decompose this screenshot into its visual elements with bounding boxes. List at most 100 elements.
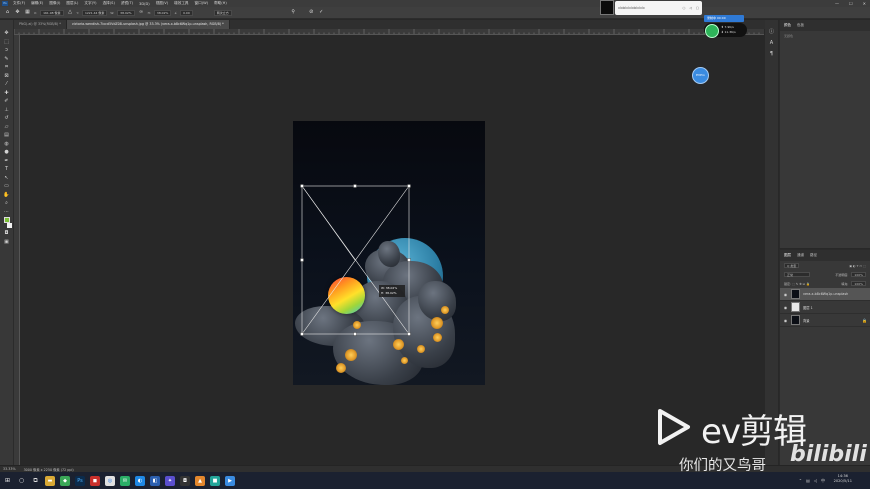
tab-png[interactable]: PNG(.ai) @ 33%(RGB/8) * <box>14 20 67 29</box>
menu-filter[interactable]: 滤镜(T) <box>118 1 136 6</box>
warp-icon[interactable]: ⚲ <box>290 9 297 16</box>
search-icon[interactable]: ○ <box>17 476 26 485</box>
hand-tool-icon[interactable]: ✋ <box>3 192 11 198</box>
minimize-button[interactable]: — <box>835 1 839 6</box>
network-icon[interactable]: ▤ <box>806 478 810 484</box>
free-transform-box[interactable] <box>293 121 485 385</box>
file-explorer-icon[interactable]: ▬ <box>45 475 55 486</box>
marquee-tool-icon[interactable]: ⬚ <box>3 39 11 45</box>
paragraph-panel-icon[interactable]: ¶ <box>770 51 773 57</box>
menu-view[interactable]: 视图(V) <box>153 1 171 6</box>
transform-handle-top-right[interactable] <box>407 184 411 188</box>
volume-icon[interactable]: ◁ <box>814 478 817 484</box>
layer-row[interactable]: ◉ 背景 🔒 <box>780 314 870 327</box>
task-view-icon[interactable]: ⧉ <box>31 476 40 485</box>
transform-handle-bottom-left[interactable] <box>300 332 304 336</box>
menu-file[interactable]: 文件(F) <box>10 1 28 6</box>
crop-tool-icon[interactable]: ⌗ <box>3 64 11 70</box>
menu-3d[interactable]: 3D(D) <box>136 2 153 6</box>
menu-plugins[interactable]: 增效工具 <box>171 1 191 6</box>
lasso-tool-icon[interactable]: ↄ <box>3 47 11 53</box>
move-tool-icon[interactable]: ✥ <box>3 30 11 36</box>
menu-image[interactable]: 图像(I) <box>46 1 63 6</box>
move-tool-preset-icon[interactable]: ✥ <box>14 9 21 16</box>
menu-select[interactable]: 选择(S) <box>100 1 118 6</box>
tray-up-arrow-icon[interactable]: ⌃ <box>799 478 802 484</box>
pen-tool-icon[interactable]: ✒ <box>3 158 11 164</box>
type-tool-icon[interactable]: T <box>3 166 11 172</box>
input-language[interactable]: 中 <box>821 478 825 484</box>
link-icon[interactable]: ∞ <box>138 9 145 16</box>
x-field[interactable]: 161.98 像素 <box>40 9 64 16</box>
app-orange-icon[interactable]: ▲ <box>195 475 205 486</box>
screen-mode-icon[interactable]: ▣ <box>3 239 11 245</box>
transform-handle-right[interactable] <box>407 258 411 262</box>
wechat-icon[interactable]: ✉ <box>120 475 130 486</box>
settings-icon[interactable]: ▢ <box>696 6 699 10</box>
quick-mask-icon[interactable]: ◘ <box>3 230 11 236</box>
opacity-field[interactable]: 100% <box>851 272 866 277</box>
tab-channels[interactable]: 通道 <box>797 253 804 258</box>
transform-handle-left[interactable] <box>300 258 304 262</box>
path-select-tool-icon[interactable]: ↖ <box>3 175 11 181</box>
visibility-eye-icon[interactable]: ◉ <box>783 318 788 323</box>
tab-active-document[interactable]: victoria-wendish-7ixcd5VdZ08-unsplash.jp… <box>66 20 230 29</box>
interpolation-select[interactable]: 两次立方 <box>213 9 232 16</box>
shape-tool-icon[interactable]: ▭ <box>3 183 11 189</box>
app-blue-icon[interactable]: ◧ <box>150 475 160 486</box>
menu-help[interactable]: 帮助(H) <box>211 1 230 6</box>
app-red-icon[interactable]: ◼ <box>90 475 100 486</box>
layer-filter-select[interactable]: Q 类型 <box>784 263 800 268</box>
stamp-tool-icon[interactable]: ⊥ <box>3 107 11 113</box>
more-tools-icon[interactable]: ⋯ <box>3 209 11 215</box>
qq-icon[interactable]: ◐ <box>135 475 145 486</box>
photoshop-taskbar-icon[interactable]: Ps <box>75 475 85 486</box>
gradient-tool-icon[interactable]: ▤ <box>3 132 11 138</box>
lock-icons[interactable]: 锁定: ⬚ ✎ ✥ ⊡ 🔒 <box>784 282 810 286</box>
visibility-eye-icon[interactable]: ◉ <box>783 305 788 310</box>
menu-edit[interactable]: 编辑(E) <box>28 1 46 6</box>
cancel-transform-button[interactable]: ⊘ <box>308 9 315 16</box>
transform-handle-bottom-right[interactable] <box>407 332 411 336</box>
healing-tool-icon[interactable]: ✚ <box>3 90 11 96</box>
delta-icon[interactable]: △ <box>67 9 74 16</box>
menu-window[interactable]: 窗口(W) <box>192 1 212 6</box>
angle-field[interactable]: 0.00 <box>180 9 193 16</box>
quick-select-tool-icon[interactable]: ✎ <box>3 56 11 62</box>
app-green-icon[interactable]: ◆ <box>60 475 70 486</box>
dodge-tool-icon[interactable]: ● <box>3 149 11 155</box>
commit-transform-button[interactable]: ✓ <box>318 9 325 16</box>
eraser-tool-icon[interactable]: ▱ <box>3 124 11 130</box>
tab-paths[interactable]: 路径 <box>810 253 817 258</box>
menu-type[interactable]: 文字(Y) <box>81 1 99 6</box>
network-speed-widget[interactable]: 录制中 00:00 ⬆ 7.9K/s ⬇ 11.3K/s <box>704 15 747 41</box>
transform-handle-top[interactable] <box>353 184 357 188</box>
blur-tool-icon[interactable]: ◍ <box>3 141 11 147</box>
app-dark-icon[interactable]: ◘ <box>180 475 190 486</box>
info-icon[interactable]: ⓘ <box>769 28 774 35</box>
zoom-level[interactable]: 33.33% <box>3 467 16 471</box>
floating-recorder-bubble[interactable]: EVPro <box>692 67 709 84</box>
history-brush-icon[interactable]: ↺ <box>3 115 11 121</box>
app-teal-icon[interactable]: ■ <box>210 475 220 486</box>
menu-layer[interactable]: 图层(L) <box>63 1 81 6</box>
fill-field[interactable]: 100% <box>851 281 866 286</box>
tab-layers[interactable]: 图层 <box>784 253 791 258</box>
transform-handle-bottom[interactable] <box>353 332 357 336</box>
home-icon[interactable]: ⌂ <box>4 9 11 16</box>
brush-tool-icon[interactable]: ✐ <box>3 98 11 104</box>
visibility-eye-icon[interactable]: ◉ <box>783 292 788 297</box>
maximize-button[interactable]: ☐ <box>849 1 853 6</box>
record-circle-icon[interactable]: ○ <box>682 6 685 10</box>
zoom-tool-icon[interactable]: ⌕ <box>3 200 11 206</box>
layer-row[interactable]: ◉ vera-x-b8c6Wq1p-unsplash <box>780 288 870 301</box>
tab-swatches[interactable]: 色板 <box>797 23 804 28</box>
chrome-icon[interactable]: ◎ <box>105 475 115 486</box>
reference-point-icon[interactable]: ▦ <box>24 9 31 16</box>
speaker-icon[interactable]: ◁ <box>689 6 692 10</box>
app-purple-icon[interactable]: ✦ <box>165 475 175 486</box>
transform-handle-top-left[interactable] <box>300 184 304 188</box>
frame-tool-icon[interactable]: ⊠ <box>3 73 11 79</box>
tab-color[interactable]: 颜色 <box>784 23 791 28</box>
layer-row[interactable]: ◉ 图层 1 <box>780 301 870 314</box>
